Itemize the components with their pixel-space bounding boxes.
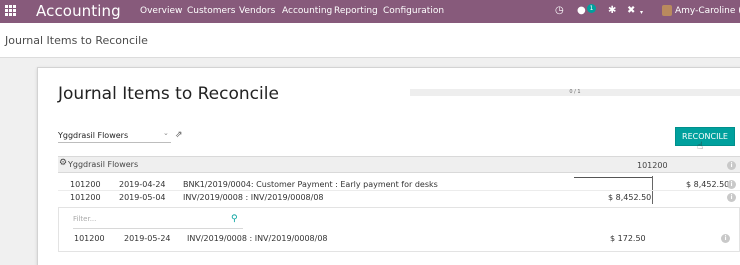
chat-badge: 1 — [587, 4, 596, 13]
info-icon[interactable]: i — [727, 193, 736, 202]
reconcile-button[interactable]: RECONCILE — [675, 127, 735, 146]
filter-input[interactable]: Filter... — [73, 215, 243, 227]
proposition-debit[interactable]: $ 172.50 — [610, 234, 646, 243]
avatar[interactable] — [662, 5, 672, 16]
tools-icon[interactable]: ✖ — [627, 5, 635, 17]
apps-grid-icon[interactable] — [5, 5, 17, 17]
info-icon[interactable]: i — [727, 180, 736, 189]
app-title[interactable]: Accounting — [36, 2, 121, 20]
user-menu[interactable]: Amy-Caroline (sta — [675, 6, 740, 16]
line-date: 2019-05-04 — [119, 193, 166, 202]
filter-underline — [73, 228, 243, 229]
menu-reporting[interactable]: Reporting — [334, 6, 378, 16]
proposition-panel — [58, 207, 740, 252]
info-icon[interactable]: i — [727, 161, 736, 170]
chat-icon[interactable]: ● — [577, 5, 586, 17]
control-panel: Journal Items to Reconcile — [0, 23, 740, 58]
line-account: 101200 — [70, 180, 101, 189]
partner-select[interactable]: Yggdrasil Flowers — [58, 131, 128, 140]
debit-column-separator — [574, 177, 653, 178]
line-date: 2019-04-24 — [119, 180, 166, 189]
line-account: 101200 — [70, 193, 101, 202]
line-label[interactable]: INV/2019/0008 : INV/2019/0008/08 — [183, 193, 324, 202]
external-link-icon[interactable]: ⇗ — [175, 130, 183, 140]
clock-icon[interactable]: ◷ — [555, 5, 564, 17]
progress-bar: 0 / 1 — [410, 89, 740, 96]
reconciliation-account: 101200 — [637, 161, 668, 170]
line-credit[interactable]: $ 8,452.50 — [686, 180, 729, 189]
row-separator — [58, 190, 740, 191]
proposition-date: 2019-05-24 — [124, 234, 171, 243]
bug-icon[interactable]: ✱ — [608, 5, 616, 17]
partner-select-underline — [58, 142, 171, 143]
menu-customers[interactable]: Customers — [187, 6, 235, 16]
proposition-label[interactable]: INV/2019/0008 : INV/2019/0008/08 — [187, 234, 328, 243]
menu-accounting[interactable]: Accounting — [282, 6, 332, 16]
chevron-down-icon[interactable]: ⌄ — [163, 129, 169, 137]
reconciliation-partner: Yggdrasil Flowers — [68, 160, 139, 169]
menu-configuration[interactable]: Configuration — [383, 6, 444, 16]
tools-caret-icon[interactable]: ▾ — [640, 7, 643, 19]
info-icon[interactable]: i — [721, 234, 730, 243]
menu-overview[interactable]: Overview — [140, 6, 182, 16]
search-icon[interactable]: ⚲ — [231, 214, 238, 224]
top-navbar: Accounting Overview Customers Vendors Ac… — [0, 0, 740, 23]
breadcrumb: Journal Items to Reconcile — [5, 34, 148, 47]
menu-vendors[interactable]: Vendors — [239, 6, 275, 16]
progress-label: 0 / 1 — [569, 89, 581, 95]
line-debit[interactable]: $ 8,452.50 — [608, 193, 651, 202]
page-title: Journal Items to Reconcile — [58, 84, 279, 104]
proposition-account: 101200 — [74, 234, 105, 243]
line-label[interactable]: BNK1/2019/0004: Customer Payment : Early… — [183, 180, 438, 189]
hand-cursor-icon: ☝ — [697, 141, 704, 152]
gear-icon[interactable]: ⚙ — [59, 158, 67, 168]
